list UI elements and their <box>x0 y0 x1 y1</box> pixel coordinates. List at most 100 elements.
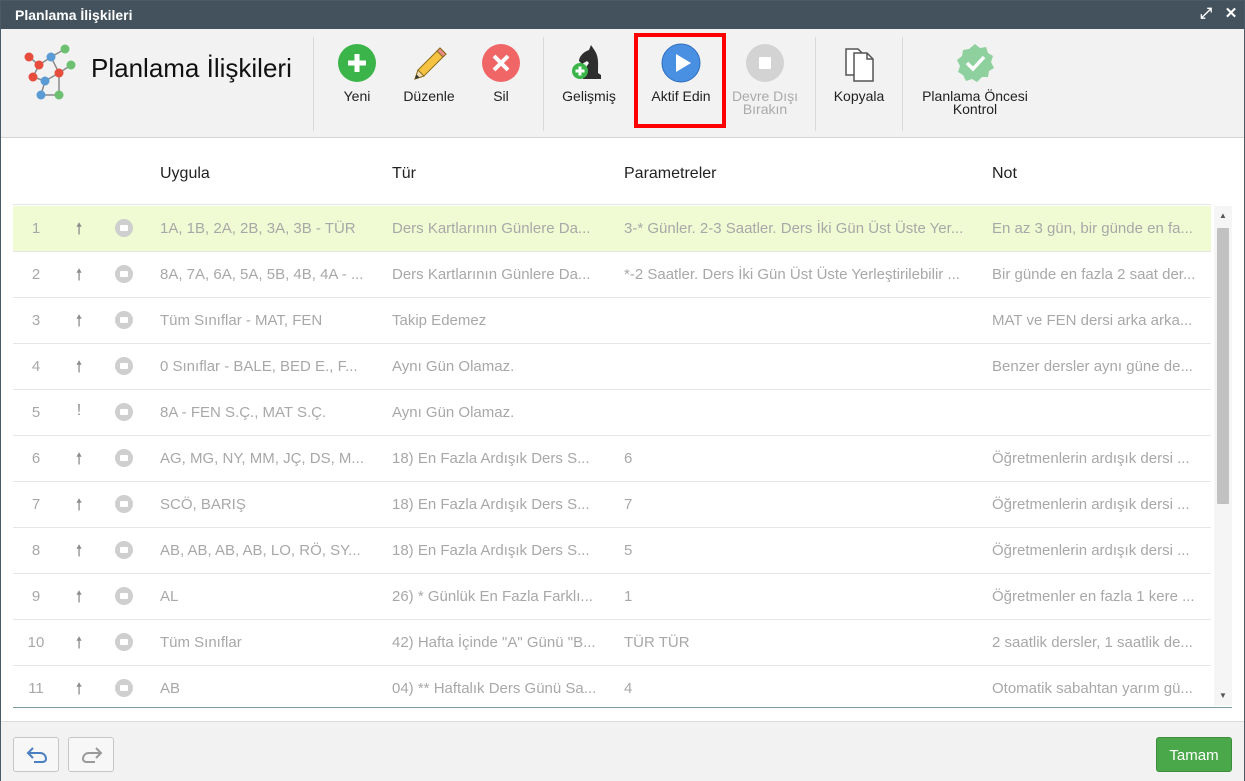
deactivate-button-label: Devre Dışı Bırakın <box>725 89 805 116</box>
pencil-icon <box>414 47 447 80</box>
ok-button[interactable]: Tamam <box>1156 737 1232 772</box>
note-cell: Öğretmenlerin ardışık dersi ... <box>992 542 1190 559</box>
scroll-down-icon[interactable]: ▼ <box>1214 688 1232 704</box>
copy-icon <box>845 48 874 82</box>
grid-header: Uygula Tür Parametreler Not <box>13 149 1211 205</box>
redo-button[interactable] <box>68 737 114 772</box>
advanced-button[interactable]: Gelişmiş <box>553 41 625 127</box>
title-bar: Planlama İlişkileri ⤢ ✕ <box>1 1 1244 29</box>
table-row[interactable]: 6 🠕 AG, MG, NY, MM, JÇ, DS, M... 18) En Faz… <box>13 436 1211 482</box>
status-stop-icon[interactable] <box>115 311 133 329</box>
toolbar-divider <box>543 37 544 131</box>
params-cell: 3-* Günler. 2-3 Saatler. Ders İki Gün Üs… <box>624 220 964 237</box>
planning-relations-window: Planlama İlişkileri ⤢ ✕ Planlama İlişkil… <box>0 0 1245 781</box>
table-row[interactable]: 3 🠕 Tüm Sınıflar - MAT, FEN Takip Edemez MAT… <box>13 298 1211 344</box>
note-cell: Öğretmenlerin ardışık dersi ... <box>992 450 1190 467</box>
apply-cell: Tüm Sınıflar <box>160 634 242 651</box>
note-cell: Bir günde en fazla 2 saat der... <box>992 266 1196 283</box>
column-params[interactable]: Parametreler <box>624 165 716 183</box>
row-number: 1 <box>31 220 41 237</box>
row-number: 9 <box>31 588 41 605</box>
status-stop-icon[interactable] <box>115 449 133 467</box>
row-number: 8 <box>31 542 41 559</box>
table-row[interactable]: 1 🠕 1A, 1B, 2A, 2B, 3A, 3B - TÜR Ders Kartl… <box>13 206 1211 252</box>
grid-rows: 1 🠕 1A, 1B, 2A, 2B, 3A, 3B - TÜR Ders Kartl… <box>13 206 1211 706</box>
scroll-up-icon[interactable]: ▲ <box>1214 208 1232 224</box>
delete-button[interactable]: Sil <box>471 41 531 127</box>
edit-button[interactable]: Düzenle <box>393 41 465 127</box>
maximize-icon[interactable]: ⤢ <box>1198 6 1214 22</box>
status-stop-icon[interactable] <box>115 587 133 605</box>
edit-button-label: Düzenle <box>403 88 455 104</box>
table-row[interactable]: 11 🠕 AB 04) ** Haftalık Ders Günü Sa... 4 Oto… <box>13 666 1211 706</box>
activate-button-highlight <box>634 33 726 128</box>
chess-knight-icon <box>572 45 601 79</box>
vertical-scrollbar[interactable]: ▲ ▼ <box>1214 206 1232 706</box>
arrow-up-icon: 🠕 <box>75 589 83 606</box>
toolbar-divider <box>313 37 314 131</box>
undo-icon <box>26 747 48 763</box>
table-row[interactable]: 5! 8A - FEN S.Ç., MAT S.Ç. Aynı Gün Olamaz… <box>13 390 1211 436</box>
scrollbar-thumb[interactable] <box>1217 228 1229 504</box>
table-row[interactable]: 8 🠕 AB, AB, AB, AB, LO, RÖ, SY... 18) En Fa… <box>13 528 1211 574</box>
toolbar-divider <box>902 37 903 131</box>
params-cell: TÜR TÜR <box>624 634 690 651</box>
check-badge-icon <box>957 44 994 82</box>
pre-planning-check-label: Planlama Öncesi Kontrol <box>911 89 1039 117</box>
status-stop-icon[interactable] <box>115 633 133 651</box>
apply-cell: 1A, 1B, 2A, 2B, 3A, 3B - TÜR <box>160 220 356 237</box>
status-stop-icon[interactable] <box>115 265 133 283</box>
note-cell: MAT ve FEN dersi arka arka... <box>992 312 1193 329</box>
table-row[interactable]: 9 🠕 AL 26) * Günlük En Fazla Farklı... 1 Öğre… <box>13 574 1211 620</box>
window-title: Planlama İlişkileri <box>15 7 133 23</box>
new-button[interactable]: Yeni <box>327 41 387 127</box>
status-stop-icon[interactable] <box>115 219 133 237</box>
arrow-up-icon: 🠕 <box>75 543 83 560</box>
params-cell: 1 <box>624 588 633 605</box>
table-row[interactable]: 7 🠕 SCÖ, BARIŞ 18) En Fazla Ardışık Ders S.… <box>13 482 1211 528</box>
close-icon[interactable]: ✕ <box>1223 6 1239 22</box>
note-cell: Öğretmenler en fazla 1 kere ... <box>992 588 1195 605</box>
type-cell: Ders Kartlarının Günlere Da... <box>392 266 591 283</box>
apply-cell: 0 Sınıflar - BALE, BED E., F... <box>160 358 358 375</box>
status-stop-icon[interactable] <box>115 357 133 375</box>
type-cell: Ders Kartlarının Günlere Da... <box>392 220 591 237</box>
advanced-button-label: Gelişmiş <box>562 88 616 104</box>
copy-button-label: Kopyala <box>833 88 885 104</box>
params-cell: *-2 Saatler. Ders İki Gün Üst Üste Yerle… <box>624 266 960 283</box>
type-cell: Aynı Gün Olamaz. <box>392 404 515 421</box>
apply-cell: 8A, 7A, 6A, 5A, 5B, 4B, 4A - ... <box>160 266 364 283</box>
status-stop-icon[interactable] <box>115 679 133 697</box>
note-cell: En az 3 gün, bir günde en fa... <box>992 220 1193 237</box>
status-stop-icon[interactable] <box>115 541 133 559</box>
table-row[interactable]: 4 🠕 0 Sınıflar - BALE, BED E., F... Aynı Gü… <box>13 344 1211 390</box>
exclamation-icon: ! <box>76 402 82 419</box>
column-note[interactable]: Not <box>992 165 1017 183</box>
column-type[interactable]: Tür <box>392 165 416 183</box>
arrow-up-icon: 🠕 <box>75 451 83 468</box>
params-cell: 5 <box>624 542 633 559</box>
copy-button[interactable]: Kopyala <box>825 41 893 127</box>
grid-divider <box>13 707 1232 708</box>
footer: Tamam <box>1 721 1244 781</box>
pre-planning-check-button[interactable]: Planlama Öncesi Kontrol <box>911 41 1039 127</box>
page-title: Planlama İlişkileri <box>91 53 292 83</box>
precheck-label-line2: Kontrol <box>952 101 998 117</box>
table-row[interactable]: 2 🠕 8A, 7A, 6A, 5A, 5B, 4B, 4A - ... Ders K… <box>13 252 1211 298</box>
row-number: 11 <box>28 680 44 697</box>
row-number: 5 <box>31 404 41 421</box>
status-stop-icon[interactable] <box>115 495 133 513</box>
table-row[interactable]: 10 🠕 Tüm Sınıflar 42) Hafta İçinde "A" Günü… <box>13 620 1211 666</box>
stop-icon <box>746 44 784 82</box>
apply-cell: AB <box>160 680 181 697</box>
status-stop-icon[interactable] <box>115 403 133 421</box>
arrow-up-icon: 🠕 <box>75 313 83 330</box>
deactivate-button[interactable]: Devre Dışı Bırakın <box>725 41 805 127</box>
type-cell: Aynı Gün Olamaz. <box>392 358 515 375</box>
undo-button[interactable] <box>13 737 59 772</box>
params-cell: 4 <box>624 680 633 697</box>
apply-cell: SCÖ, BARIŞ <box>160 496 246 513</box>
type-cell: 04) ** Haftalık Ders Günü Sa... <box>392 680 597 697</box>
type-cell: 42) Hafta İçinde "A" Günü "B... <box>392 634 596 651</box>
column-apply[interactable]: Uygula <box>160 165 210 183</box>
